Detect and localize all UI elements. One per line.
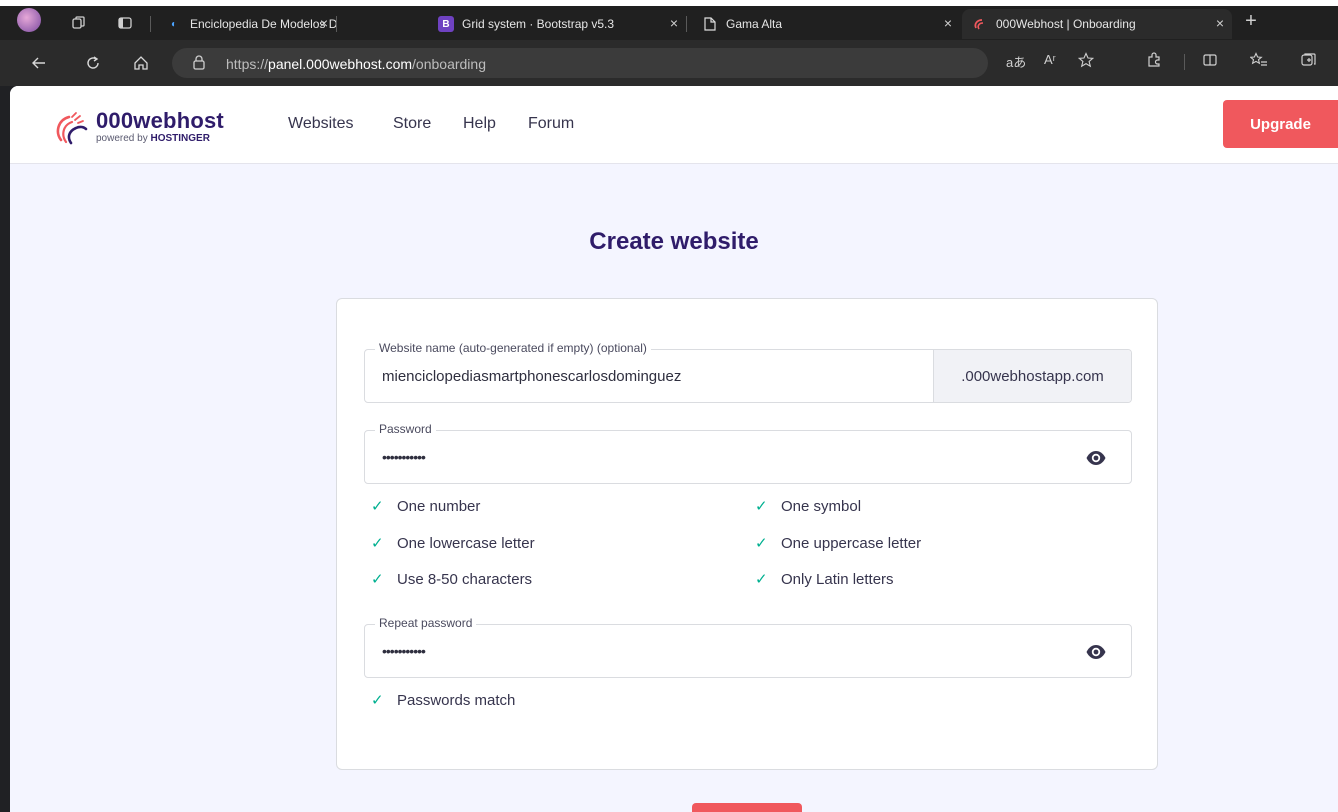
- check-icon: ✓: [371, 535, 384, 552]
- nav-forum[interactable]: Forum: [528, 115, 574, 133]
- tab-bootstrap[interactable]: B Grid system · Bootstrap v5.3 ×: [428, 9, 686, 39]
- url-text[interactable]: https://panel.000webhost.com/onboarding: [226, 56, 486, 72]
- url-host: panel.000webhost.com: [268, 56, 413, 72]
- browser-window: ◐ Enciclopedia De Modelos De Celu × B Gr…: [0, 6, 1338, 812]
- requirement-text: One number: [397, 497, 481, 515]
- nav-store[interactable]: Store: [393, 115, 431, 133]
- tab-bar: ◐ Enciclopedia De Modelos De Celu × B Gr…: [0, 6, 1338, 40]
- upgrade-button[interactable]: Upgrade: [1223, 100, 1338, 148]
- repeat-password-label: Repeat password: [375, 616, 477, 630]
- check-icon: ✓: [755, 498, 768, 515]
- logo-sub-prefix: powered by: [96, 133, 151, 144]
- requirement-text: One symbol: [781, 497, 862, 515]
- tab-enciclopedia[interactable]: ◐ Enciclopedia De Modelos De Celu ×: [156, 9, 336, 39]
- 000webhost-logo-icon: [56, 112, 88, 145]
- check-icon: ✓: [371, 498, 384, 515]
- refresh-icon[interactable]: [80, 50, 106, 76]
- site-logo[interactable]: 000webhost powered by HOSTINGER: [52, 108, 242, 148]
- tab-spacer: [424, 9, 428, 39]
- website-name-label: Website name (auto-generated if empty) (…: [375, 341, 651, 355]
- favorite-star-icon[interactable]: [1077, 52, 1095, 72]
- password-field[interactable]: Password •••••••••••: [364, 422, 1132, 484]
- show-password-eye-icon[interactable]: [1085, 447, 1107, 469]
- url-scheme: https://: [226, 56, 269, 72]
- app-icon: ◐: [170, 18, 178, 30]
- check-icon: ✓: [755, 571, 768, 588]
- collections-icon[interactable]: [1300, 52, 1318, 72]
- logo-name: 000webhost: [96, 108, 224, 133]
- nav-websites[interactable]: Websites: [288, 115, 354, 133]
- create-website-card: Website name (auto-generated if empty) (…: [336, 298, 1158, 770]
- logo-subtitle: powered by HOSTINGER: [96, 133, 210, 144]
- tab-separator: [150, 16, 151, 32]
- check-icon: ✓: [755, 535, 768, 552]
- tab-gama-alta[interactable]: Gama Alta ×: [692, 9, 960, 39]
- lock-icon[interactable]: [192, 54, 206, 73]
- close-tab-icon[interactable]: ×: [944, 15, 952, 31]
- new-tab-icon[interactable]: +: [1238, 8, 1264, 34]
- repeat-password-input[interactable]: •••••••••••: [382, 643, 426, 659]
- tab-actions-icon[interactable]: [112, 10, 138, 36]
- check-icon: ✓: [371, 692, 384, 709]
- repeat-password-field[interactable]: Repeat password •••••••••••: [364, 616, 1132, 678]
- website-name-input[interactable]: mienciclopediasmartphonescarlosdominguez: [382, 368, 681, 385]
- password-label: Password: [375, 422, 436, 436]
- nav-help[interactable]: Help: [463, 115, 496, 133]
- close-tab-icon[interactable]: ×: [670, 15, 678, 31]
- profile-avatar[interactable]: [17, 8, 41, 32]
- bootstrap-icon: B: [438, 16, 454, 32]
- website-name-field[interactable]: Website name (auto-generated if empty) (…: [364, 341, 1132, 403]
- requirement-latin: ✓ Only Latin letters: [755, 570, 894, 589]
- tab-title: Grid system · Bootstrap v5.3: [462, 17, 615, 31]
- logo-sub-brand: HOSTINGER: [150, 133, 210, 144]
- show-repeat-password-eye-icon[interactable]: [1085, 641, 1107, 663]
- address-bar[interactable]: https://panel.000webhost.com/onboarding: [172, 48, 988, 78]
- read-aloud-icon[interactable]: Aʳ: [1044, 52, 1056, 67]
- passwords-match-status: ✓ Passwords match: [371, 691, 516, 710]
- split-screen-icon[interactable]: [1202, 52, 1218, 72]
- home-icon[interactable]: [128, 50, 154, 76]
- close-tab-icon[interactable]: ×: [320, 15, 328, 31]
- requirement-text: Use 8-50 characters: [397, 570, 533, 588]
- workspaces-icon[interactable]: [66, 10, 92, 36]
- domain-suffix: .000webhostapp.com: [933, 350, 1131, 402]
- toolbar-separator: [1184, 54, 1185, 70]
- requirement-uppercase: ✓ One uppercase letter: [755, 534, 922, 553]
- requirement-length: ✓ Use 8-50 characters: [371, 570, 533, 589]
- submit-button[interactable]: [692, 803, 802, 812]
- requirement-text: Only Latin letters: [781, 570, 894, 588]
- tab-000webhost[interactable]: 000Webhost | Onboarding ×: [962, 9, 1232, 39]
- requirement-lowercase: ✓ One lowercase letter: [371, 534, 535, 553]
- translate-icon[interactable]: aあ: [1006, 52, 1026, 71]
- requirement-symbol: ✓ One symbol: [755, 497, 862, 516]
- tab-title: Enciclopedia De Modelos De Celu: [190, 17, 336, 31]
- match-text: Passwords match: [397, 691, 516, 709]
- site-header: 000webhost powered by HOSTINGER Websites…: [10, 86, 1338, 164]
- address-bar-row: https://panel.000webhost.com/onboarding …: [0, 40, 1338, 86]
- page-viewport: 000webhost powered by HOSTINGER Websites…: [10, 86, 1338, 812]
- 000webhost-icon: [972, 16, 988, 32]
- requirement-text: One uppercase letter: [781, 534, 922, 552]
- page-title: Create website: [589, 228, 759, 255]
- url-path: /onboarding: [412, 56, 486, 72]
- tab-separator: [336, 16, 337, 32]
- tab-title: Gama Alta: [726, 17, 783, 31]
- tab-title: 000Webhost | Onboarding: [996, 17, 1136, 31]
- favorites-icon[interactable]: [1249, 52, 1268, 72]
- page-icon: [702, 16, 718, 32]
- requirement-text: One lowercase letter: [397, 534, 535, 552]
- check-icon: ✓: [371, 571, 384, 588]
- close-tab-icon[interactable]: ×: [1216, 15, 1224, 31]
- tab-separator: [686, 16, 687, 32]
- requirement-number: ✓ One number: [371, 497, 481, 516]
- extensions-icon[interactable]: [1146, 52, 1162, 72]
- password-input[interactable]: •••••••••••: [382, 449, 426, 465]
- back-icon[interactable]: [26, 50, 52, 76]
